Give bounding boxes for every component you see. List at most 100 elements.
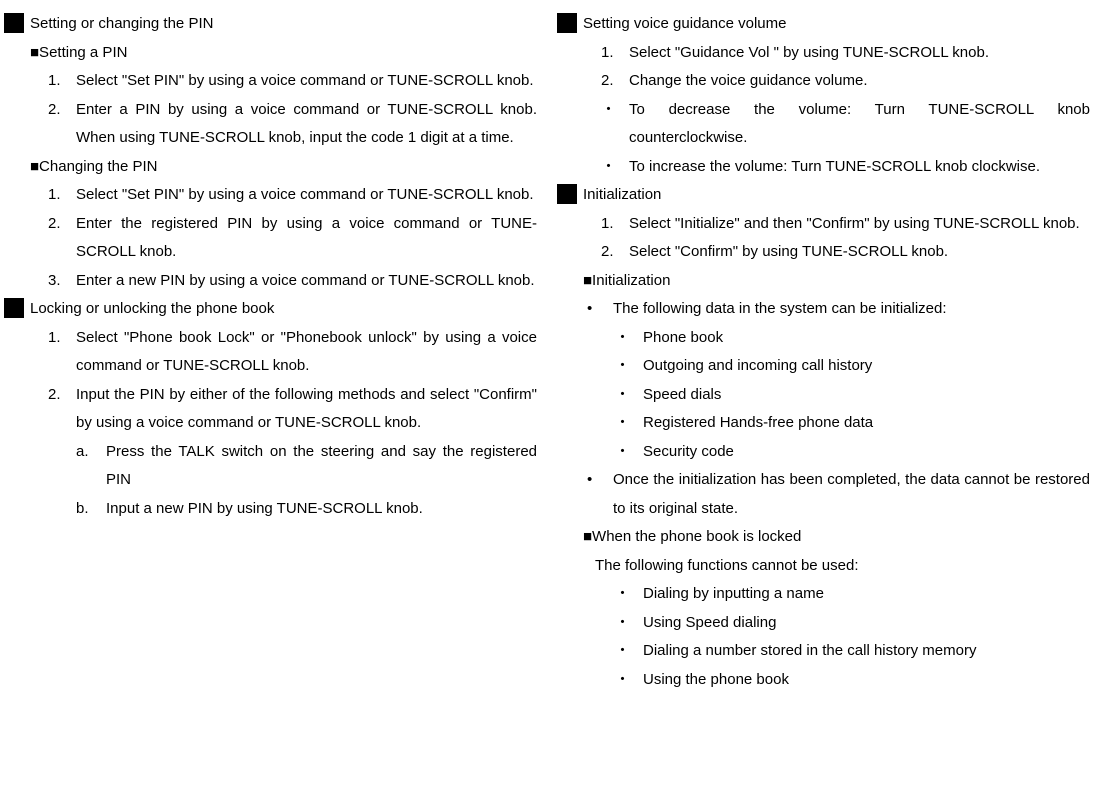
item-text: Select "Phone book Lock" or "Phonebook u… — [76, 324, 537, 381]
bullet-icon: ・ — [615, 637, 643, 666]
list-item: ・ Dialing by inputting a name — [615, 580, 1090, 609]
subsection: ■Initialization — [557, 267, 1090, 296]
item-text: Select "Set PIN" by using a voice comman… — [76, 67, 537, 96]
list-item: ・ Outgoing and incoming call history — [615, 352, 1090, 381]
section-header: Setting or changing the PIN — [4, 10, 537, 39]
item-number: 1. — [48, 67, 76, 96]
list-item: 1. Select "Initialize" and then "Confirm… — [601, 210, 1090, 239]
subsection: ■Changing the PIN — [4, 153, 537, 182]
item-text: Using Speed dialing — [643, 609, 776, 638]
section-title: Initialization — [583, 181, 661, 210]
list-item: 1. Select "Set PIN" by using a voice com… — [48, 67, 537, 96]
subsection-title: ■Initialization — [583, 267, 1090, 296]
bullet-icon: ・ — [615, 381, 643, 410]
item-text: Input the PIN by either of the following… — [76, 381, 537, 438]
list-item: 1. Select "Guidance Vol " by using TUNE-… — [601, 39, 1090, 68]
numbered-list: 1. Select "Guidance Vol " by using TUNE-… — [557, 39, 1090, 96]
item-number: 2. — [601, 238, 629, 267]
bullet-icon: • — [587, 466, 613, 523]
list-item: 3. Enter a new PIN by using a voice comm… — [48, 267, 537, 296]
item-text: Select "Confirm" by using TUNE-SCROLL kn… — [629, 238, 1090, 267]
item-number: 2. — [48, 381, 76, 438]
bullet-icon: ・ — [615, 352, 643, 381]
list-item: ・ Speed dials — [615, 381, 1090, 410]
right-column: Setting voice guidance volume 1. Select … — [557, 10, 1090, 694]
sub-bullet-list: ・ Phone book ・ Outgoing and incoming cal… — [587, 324, 1090, 467]
item-text: Press the TALK switch on the steering an… — [106, 438, 537, 495]
list-item: 2. Enter the registered PIN by using a v… — [48, 210, 537, 267]
item-number: 3. — [48, 267, 76, 296]
item-text: The following data in the system can be … — [613, 295, 1090, 324]
numbered-list: 1. Select "Set PIN" by using a voice com… — [4, 181, 537, 295]
item-text: Enter the registered PIN by using a voic… — [76, 210, 537, 267]
list-item: 2. Enter a PIN by using a voice command … — [48, 96, 537, 153]
item-text: Once the initialization has been complet… — [613, 466, 1090, 523]
item-text: Phone book — [643, 324, 723, 353]
list-item: a. Press the TALK switch on the steering… — [76, 438, 537, 495]
item-text: To increase the volume: Turn TUNE-SCROLL… — [629, 153, 1090, 182]
item-text: Registered Hands-free phone data — [643, 409, 873, 438]
subsection-title: ■Setting a PIN — [30, 39, 537, 68]
list-item: 2. Change the voice guidance volume. — [601, 67, 1090, 96]
list-item: ・ Security code — [615, 438, 1090, 467]
list-item: ・ Using the phone book — [615, 666, 1090, 695]
document-container: Setting or changing the PIN ■Setting a P… — [4, 10, 1090, 694]
section-marker-icon — [557, 184, 577, 204]
bullet-icon: ・ — [615, 409, 643, 438]
bullet-icon: ・ — [601, 96, 629, 153]
item-text: Enter a new PIN by using a voice command… — [76, 267, 537, 296]
list-item: ・ To decrease the volume: Turn TUNE-SCRO… — [601, 96, 1090, 153]
numbered-list: 1. Select "Set PIN" by using a voice com… — [4, 67, 537, 153]
bullet-icon: ・ — [615, 666, 643, 695]
section-marker-icon — [4, 298, 24, 318]
item-number: 2. — [601, 67, 629, 96]
item-text: Change the voice guidance volume. — [629, 67, 1090, 96]
section-header: Initialization — [557, 181, 1090, 210]
item-text: Input a new PIN by using TUNE-SCROLL kno… — [106, 495, 537, 524]
sub-bullet-list: ・ Dialing by inputting a name ・ Using Sp… — [557, 580, 1090, 694]
dot-bullet-list: • The following data in the system can b… — [557, 295, 1090, 523]
item-text: Security code — [643, 438, 734, 467]
subsection: ■When the phone book is locked — [557, 523, 1090, 552]
item-number: 1. — [48, 181, 76, 210]
numbered-list: 1. Select "Initialize" and then "Confirm… — [557, 210, 1090, 267]
item-number: 1. — [601, 210, 629, 239]
numbered-list: 1. Select "Phone book Lock" or "Phoneboo… — [4, 324, 537, 524]
section-marker-icon — [557, 13, 577, 33]
list-item: 2. Input the PIN by either of the follow… — [48, 381, 537, 438]
item-text: Outgoing and incoming call history — [643, 352, 872, 381]
item-text: Dialing by inputting a name — [643, 580, 824, 609]
item-letter: b. — [76, 495, 106, 524]
bullet-icon: ・ — [615, 324, 643, 353]
list-item: ・ Using Speed dialing — [615, 609, 1090, 638]
item-letter: a. — [76, 438, 106, 495]
item-text: Select "Guidance Vol " by using TUNE-SCR… — [629, 39, 1090, 68]
section-header: Locking or unlocking the phone book — [4, 295, 537, 324]
section-title: Setting voice guidance volume — [583, 10, 786, 39]
intro-text: The following functions cannot be used: — [557, 552, 1090, 581]
bullet-icon: ・ — [615, 438, 643, 467]
list-item: ・ Registered Hands-free phone data — [615, 409, 1090, 438]
section-title: Locking or unlocking the phone book — [30, 295, 274, 324]
section-header: Setting voice guidance volume — [557, 10, 1090, 39]
item-number: 2. — [48, 210, 76, 267]
subsection: ■Setting a PIN — [4, 39, 537, 68]
item-text: Select "Set PIN" by using a voice comman… — [76, 181, 537, 210]
left-column: Setting or changing the PIN ■Setting a P… — [4, 10, 537, 694]
bullet-icon: ・ — [615, 609, 643, 638]
item-text: Select "Initialize" and then "Confirm" b… — [629, 210, 1090, 239]
item-number: 2. — [48, 96, 76, 153]
item-text: Using the phone book — [643, 666, 789, 695]
section-title: Setting or changing the PIN — [30, 10, 213, 39]
list-item: b. Input a new PIN by using TUNE-SCROLL … — [76, 495, 537, 524]
list-item: ・ Phone book — [615, 324, 1090, 353]
bullet-icon: • — [587, 295, 613, 324]
item-number: 1. — [48, 324, 76, 381]
item-text: Speed dials — [643, 381, 721, 410]
list-item: • The following data in the system can b… — [587, 295, 1090, 324]
list-item: 1. Select "Phone book Lock" or "Phoneboo… — [48, 324, 537, 381]
list-item: 1. Select "Set PIN" by using a voice com… — [48, 181, 537, 210]
list-item: ・ To increase the volume: Turn TUNE-SCRO… — [601, 153, 1090, 182]
list-item: • Once the initialization has been compl… — [587, 466, 1090, 523]
bullet-icon: ・ — [601, 153, 629, 182]
